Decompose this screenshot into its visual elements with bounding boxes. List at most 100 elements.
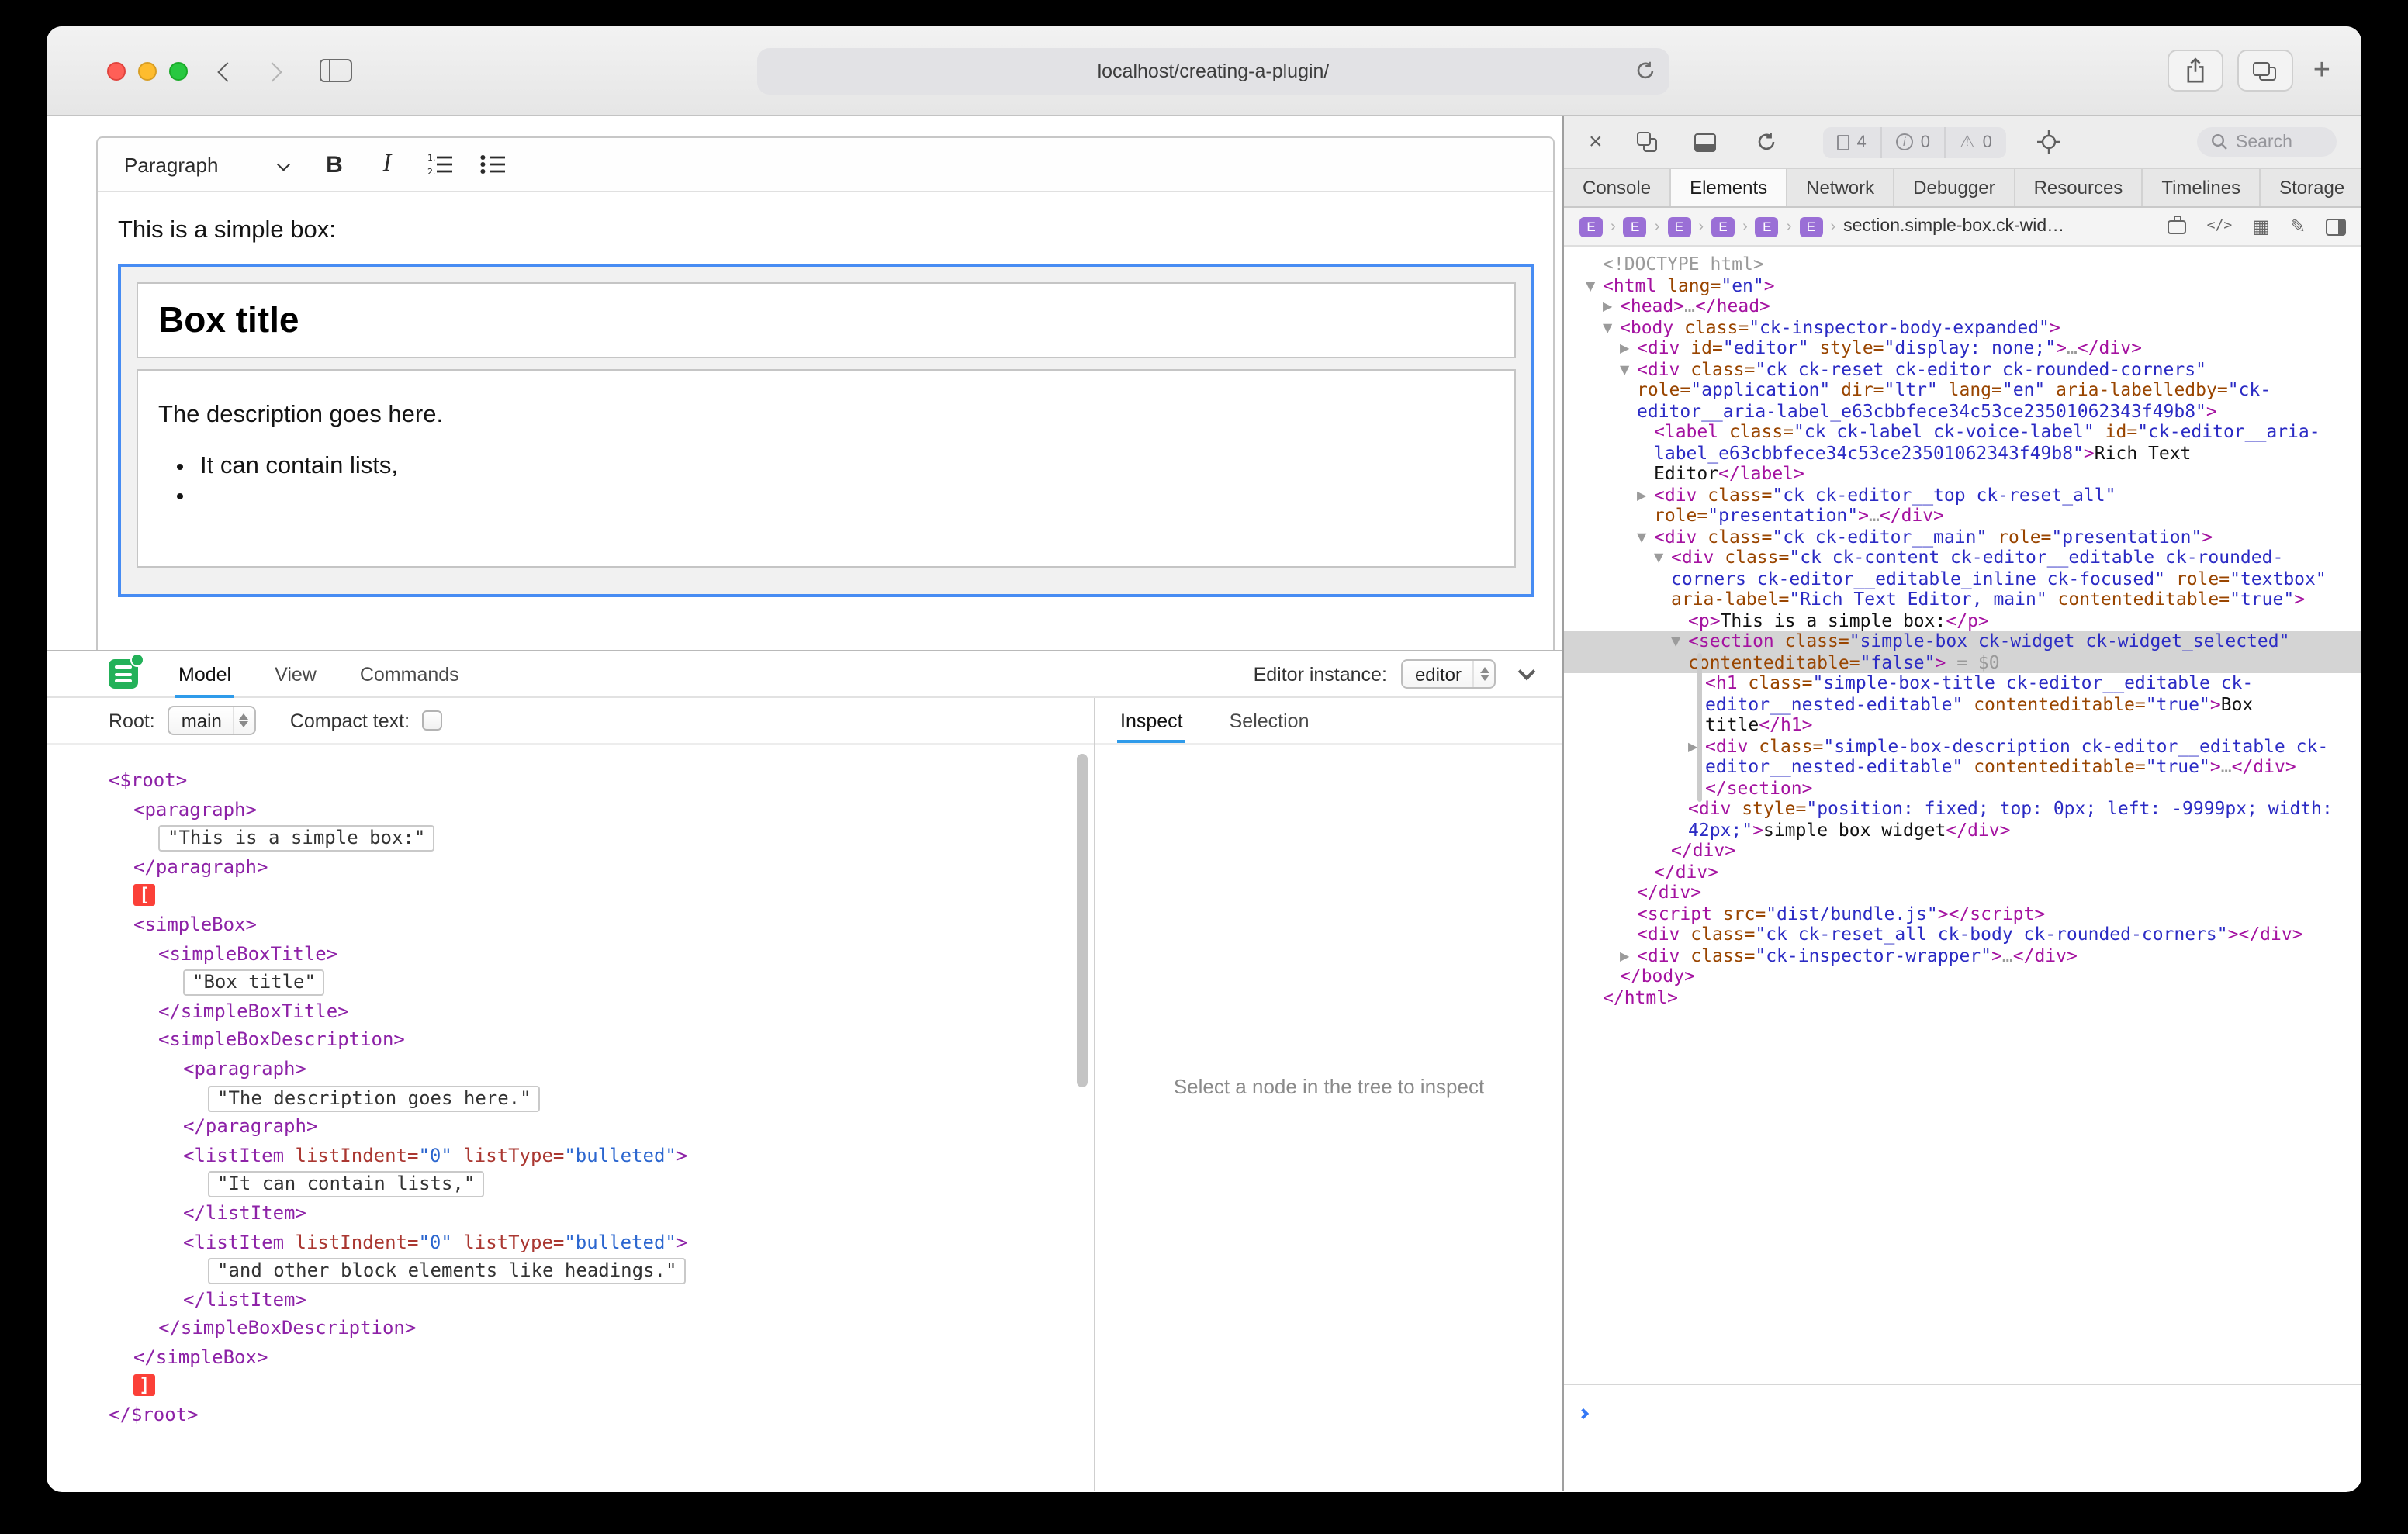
root-select[interactable]: main — [168, 706, 256, 735]
tree-line[interactable]: <paragraph> — [47, 795, 1094, 824]
devtools-tab-storage[interactable]: Storage — [2261, 169, 2361, 206]
tree-line[interactable]: </simpleBoxDescription> — [47, 1315, 1094, 1343]
tree-line[interactable]: ▶<div class="ck ck-editor__top ck-reset_… — [1564, 485, 2361, 527]
tree-line[interactable]: ▼<div class="ck ck-content ck-editor__ed… — [1564, 548, 2361, 610]
tree-line[interactable]: ▼<body class="ck-inspector-body-expanded… — [1564, 317, 2361, 338]
tree-line[interactable]: <listItem listIndent="0" listType="bulle… — [47, 1228, 1094, 1256]
disclosure-closed-icon[interactable]: ▶ — [1620, 338, 1637, 359]
devtools-tab-debugger[interactable]: Debugger — [1894, 169, 2015, 206]
collapse-inspector-button[interactable] — [1510, 670, 1544, 678]
close-window-button[interactable] — [107, 62, 126, 81]
bold-button[interactable]: B — [310, 143, 358, 186]
list-item[interactable]: It can contain lists, — [200, 451, 1494, 481]
address-bar[interactable]: localhost/creating-a-plugin/ — [757, 48, 1669, 95]
tree-line[interactable]: ▶<head>…</head> — [1564, 296, 2361, 317]
reload-icon[interactable] — [1635, 60, 1656, 81]
model-text-node[interactable]: "The description goes here." — [208, 1085, 541, 1111]
zoom-window-button[interactable] — [169, 62, 188, 81]
tree-line[interactable]: </paragraph> — [47, 853, 1094, 882]
disclosure-open-icon[interactable]: ▼ — [1671, 631, 1688, 652]
tree-line[interactable]: </div> — [1564, 841, 2361, 862]
tree-line[interactable]: ] — [47, 1372, 1094, 1401]
reload-page-button[interactable] — [1756, 132, 1777, 152]
tree-line[interactable]: ▼<section class="simple-box ck-widget ck… — [1564, 631, 2361, 673]
tree-line[interactable]: </simpleBox> — [47, 1343, 1094, 1372]
source-code-icon[interactable]: </> — [2207, 219, 2233, 234]
editor-editable-area[interactable]: This is a simple box: Box title The desc… — [98, 192, 1553, 597]
tree-line[interactable]: ▶<div class="simple-box-description ck-e… — [1564, 736, 2361, 778]
breadcrumb-element-badge[interactable]: E — [1711, 216, 1735, 237]
tree-line[interactable]: "and other block elements like headings.… — [47, 1256, 1094, 1285]
breadcrumb-element-badge[interactable]: E — [1667, 216, 1690, 237]
model-tree-scrollbar[interactable] — [1077, 754, 1088, 1087]
tree-line[interactable]: "It can contain lists," — [47, 1170, 1094, 1199]
disclosure-closed-icon[interactable]: ▶ — [1620, 945, 1637, 966]
model-text-node[interactable]: "and other block elements like headings.… — [208, 1258, 686, 1284]
side-tab-selection[interactable]: Selection — [1226, 698, 1313, 743]
tree-line[interactable]: </div> — [1564, 883, 2361, 903]
tree-line[interactable]: ▼<div class="ck ck-editor__main" role="p… — [1564, 527, 2361, 548]
element-picker-button[interactable] — [2037, 130, 2060, 154]
minimize-window-button[interactable] — [138, 62, 157, 81]
description-paragraph[interactable]: The description goes here. — [158, 402, 1494, 430]
tree-line[interactable]: </paragraph> — [47, 1112, 1094, 1141]
print-icon[interactable] — [2168, 219, 2187, 233]
tree-line[interactable]: ▼<html lang="en"> — [1564, 275, 2361, 296]
tree-line[interactable]: "The description goes here." — [47, 1083, 1094, 1112]
new-tab-button[interactable]: + — [2307, 56, 2337, 85]
tree-line[interactable]: <h1 class="simple-box-title ck-editor__e… — [1564, 673, 2361, 736]
breadcrumb-element-badge[interactable]: E — [1799, 216, 1822, 237]
tree-line[interactable]: </html> — [1564, 987, 2361, 1008]
error-count-badge[interactable]: i 0 — [1880, 126, 1944, 157]
tree-line[interactable]: </listItem> — [47, 1285, 1094, 1314]
inspector-tab-model[interactable]: Model — [175, 651, 234, 697]
disclosure-open-icon[interactable]: ▼ — [1637, 527, 1654, 548]
devtools-tab-elements[interactable]: Elements — [1671, 169, 1787, 206]
tree-line[interactable]: <paragraph> — [47, 1055, 1094, 1083]
tree-line[interactable]: <simpleBoxDescription> — [47, 1026, 1094, 1055]
disclosure-open-icon[interactable]: ▼ — [1620, 359, 1637, 380]
tree-line[interactable]: <$root> — [47, 766, 1094, 795]
breadcrumb-element-badge[interactable]: E — [1624, 216, 1647, 237]
dock-side-icon[interactable] — [1694, 133, 1716, 151]
model-text-node[interactable]: "Box title" — [183, 969, 325, 996]
disclosure-open-icon[interactable]: ▼ — [1603, 317, 1620, 338]
tree-line[interactable]: </body> — [1564, 966, 2361, 987]
share-button[interactable] — [2168, 50, 2223, 92]
tree-line[interactable]: </section> — [1564, 778, 2361, 799]
tree-line[interactable]: <div class="ck ck-reset_all ck-body ck-r… — [1564, 924, 2361, 945]
model-text-node[interactable]: "It can contain lists," — [208, 1172, 484, 1198]
tab-overview-button[interactable] — [2237, 50, 2293, 92]
tree-line[interactable]: </simpleBoxTitle> — [47, 997, 1094, 1026]
tree-line[interactable]: ▶<div class="ck-inspector-wrapper">…</di… — [1564, 945, 2361, 966]
disclosure-closed-icon[interactable]: ▶ — [1688, 736, 1705, 757]
tree-line[interactable]: <p>This is a simple box:</p> — [1564, 610, 2361, 631]
warning-count-badge[interactable]: ⚠ 0 — [1944, 126, 2006, 157]
tree-line[interactable]: "This is a simple box:" — [47, 824, 1094, 852]
simple-box-description[interactable]: The description goes here. It can contai… — [137, 369, 1516, 568]
disclosure-closed-icon[interactable]: ▶ — [1637, 485, 1654, 506]
forward-button[interactable] — [265, 59, 279, 87]
devtools-tab-network[interactable]: Network — [1787, 169, 1894, 206]
disclosure-open-icon[interactable]: ▼ — [1586, 275, 1603, 296]
tree-line[interactable]: ▼<div class="ck ck-reset ck-editor ck-ro… — [1564, 359, 2361, 422]
model-text-node[interactable]: "This is a simple box:" — [158, 825, 434, 852]
simple-box-widget[interactable]: Box title The description goes here. It … — [118, 264, 1534, 597]
tree-line[interactable]: ▶<div id="editor" style="display: none;"… — [1564, 338, 2361, 359]
devtools-tab-resources[interactable]: Resources — [2015, 169, 2143, 206]
console-prompt-row[interactable] — [1564, 1384, 2361, 1491]
bulleted-list-button[interactable] — [469, 143, 517, 186]
numbered-list-button[interactable]: 1.2. — [416, 143, 464, 186]
detach-window-icon[interactable] — [1637, 132, 1657, 152]
simple-box-title[interactable]: Box title — [137, 282, 1516, 358]
tree-line[interactable]: "Box title" — [47, 968, 1094, 997]
devtools-tab-timelines[interactable]: Timelines — [2143, 169, 2261, 206]
inspector-tab-view[interactable]: View — [272, 651, 320, 697]
paragraph-style-dropdown[interactable]: Paragraph — [107, 143, 306, 186]
devtools-search-field[interactable]: Search — [2197, 127, 2337, 157]
list-item[interactable] — [200, 481, 1494, 510]
grid-overlay-icon[interactable]: ▦ — [2252, 217, 2270, 236]
tree-line[interactable]: <listItem listIndent="0" listType="bulle… — [47, 1141, 1094, 1170]
breadcrumb-current-element[interactable]: section.simple-box.ck-wid… — [1843, 217, 2064, 236]
sidebar-toggle-button[interactable] — [320, 59, 352, 82]
